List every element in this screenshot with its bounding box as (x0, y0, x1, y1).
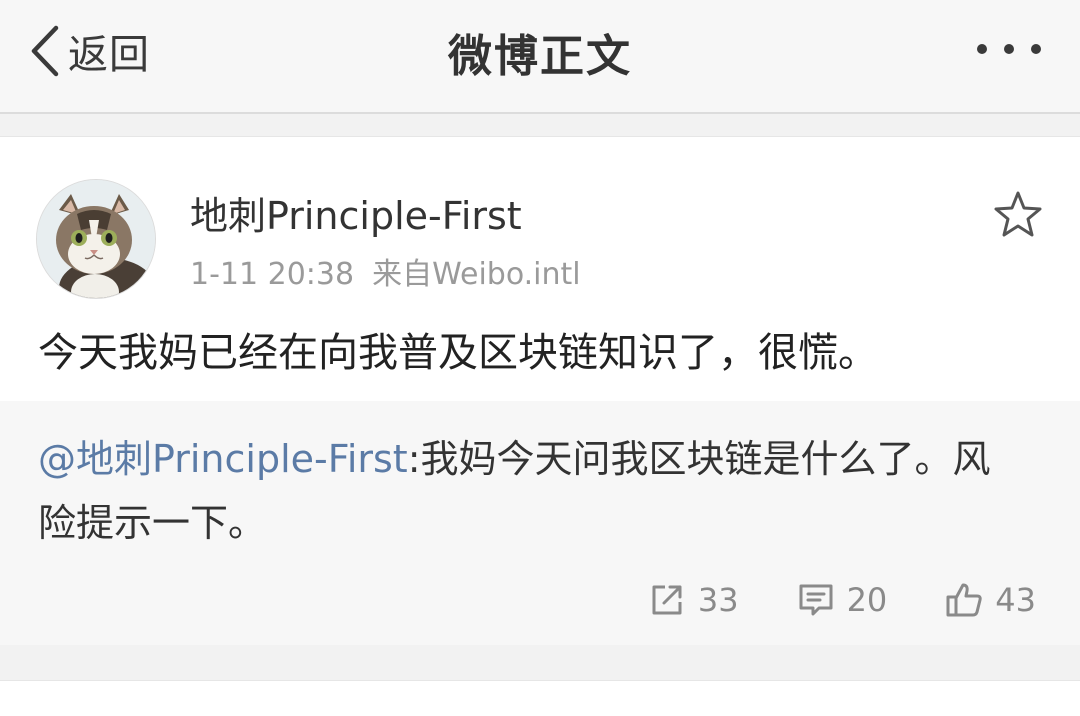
post-text: 今天我妈已经在向我普及区块链知识了，很慌。 (38, 330, 878, 376)
next-card-peek (0, 680, 1080, 716)
weibo-post-screen: 返回 微博正文 地刺Principle-First 1-11 20:38 来自W… (0, 0, 1080, 716)
like-count: 43 (995, 581, 1036, 619)
like-button[interactable]: 43 (945, 581, 1036, 619)
back-button[interactable]: 返回 (30, 18, 150, 84)
comment-icon (797, 581, 835, 619)
chevron-left-icon (30, 25, 60, 77)
avatar[interactable] (36, 179, 156, 299)
more-options-button[interactable] (974, 38, 1044, 60)
post-time: 1-11 20:38 (190, 257, 355, 292)
more-dots-icon (974, 44, 1044, 64)
repost-mention-link[interactable]: @地刺Principle-First (38, 437, 408, 481)
post-username[interactable]: 地刺Principle-First (190, 185, 522, 240)
page-title: 微博正文 (448, 31, 632, 82)
comment-count: 20 (846, 581, 888, 619)
post-meta: 1-11 20:38 来自Weibo.intl (190, 249, 581, 293)
post-card: 地刺Principle-First 1-11 20:38 来自Weibo.intl… (0, 136, 1080, 645)
action-bar: 33 20 43 (590, 581, 1036, 619)
cat-avatar-icon (37, 180, 155, 298)
share-icon (648, 581, 686, 619)
back-label: 返回 (68, 32, 150, 78)
share-count: 33 (697, 581, 739, 619)
repost-text: @地刺Principle-First:我妈今天问我区块链是什么了。风险提示一下。 (38, 427, 998, 555)
share-button[interactable]: 33 (648, 581, 739, 619)
star-outline-icon (992, 191, 1044, 245)
repost-block[interactable]: @地刺Principle-First:我妈今天问我区块链是什么了。风险提示一下。… (0, 401, 1080, 645)
favorite-button[interactable] (992, 189, 1044, 241)
comment-button[interactable]: 20 (797, 581, 888, 619)
post-source[interactable]: 来自Weibo.intl (372, 257, 581, 292)
navigation-bar: 返回 微博正文 (0, 0, 1080, 114)
thumbs-up-icon (945, 581, 983, 619)
